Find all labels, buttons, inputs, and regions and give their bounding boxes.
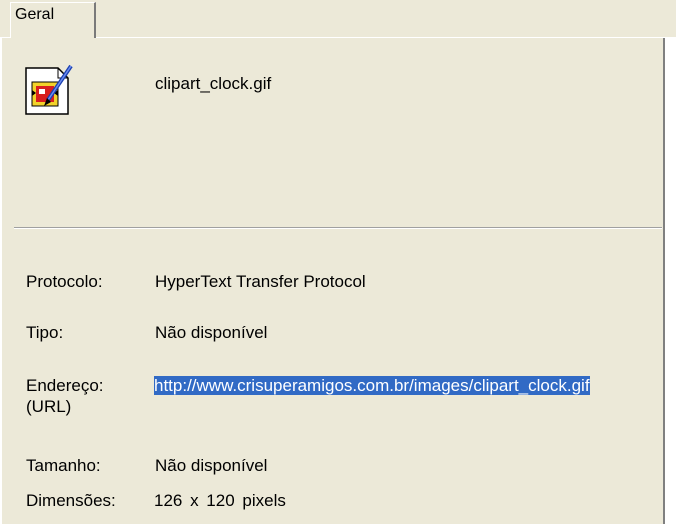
dimensions-value: 126 x 120 pixels [154,491,286,510]
window-right-edge [665,38,676,524]
size-value: Não disponível [155,456,268,475]
image-file-icon [25,64,73,115]
tab-active-indicator [11,36,94,39]
file-name: clipart_clock.gif [155,74,272,93]
properties-dialog: Geral clipart_clock.gif Protocolo: Hyper… [0,0,676,524]
protocol-label: Protocolo: [26,272,103,291]
type-value: Não disponível [155,323,268,342]
address-label-url: (URL) [26,397,72,416]
type-label: Tipo: [26,323,64,342]
section-divider [14,227,662,229]
address-value-field[interactable]: http://www.crisuperamigos.com.br/images/… [154,375,654,396]
size-label: Tamanho: [26,456,101,475]
tab-geral-label: Geral [15,6,55,23]
address-label: Endereço: [26,376,104,395]
protocol-value: HyperText Transfer Protocol [155,272,366,291]
dimensions-label: Dimensões: [26,491,116,510]
address-value[interactable]: http://www.crisuperamigos.com.br/images/… [154,376,590,395]
tab-bar [0,0,676,38]
tab-geral[interactable]: Geral [10,2,96,38]
